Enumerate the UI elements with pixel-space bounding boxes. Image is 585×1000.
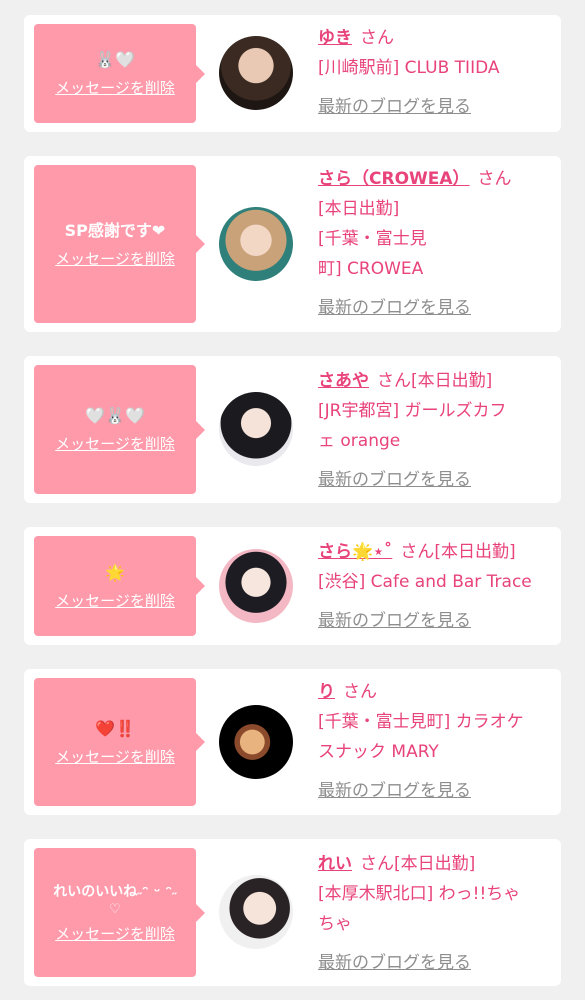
honorific: さん [400, 542, 435, 562]
avatar[interactable] [219, 207, 293, 281]
message-card: ❤️‼️ メッセージを削除 りさん [千葉・富士見町] カラオケ スナック MA… [24, 669, 561, 815]
status-badge: [本日出勤] [411, 371, 493, 391]
avatar[interactable] [219, 705, 293, 779]
honorific: さん [377, 371, 411, 391]
message-card: 🌟 メッセージを削除 さら🌟⋆˚ さん[本日出勤] [渋谷] Cafe and B… [24, 527, 561, 645]
shop-line: スナック MARY [318, 742, 439, 762]
message-card: SP感謝です❤ メッセージを削除 さら（CROWEA） さん [本日出勤] [千葉… [24, 156, 561, 332]
message-card: 🐰🤍 メッセージを削除 ゆき さん [川崎駅前] CLUB TIIDA 最新のブロ… [24, 15, 561, 132]
message-bubble: 🤍🐰🤍 メッセージを削除 [34, 365, 205, 494]
honorific: さん [360, 28, 394, 48]
message-text: SP感謝です❤ [64, 220, 166, 240]
message-text: 🌟 [105, 562, 125, 582]
latest-blog-link[interactable]: 最新のブログを見る [318, 298, 471, 318]
delete-message-link[interactable]: メッセージを削除 [55, 248, 175, 269]
shop-line: 町] CROWEA [318, 259, 424, 279]
girl-name-link[interactable]: ゆき [318, 28, 352, 48]
shop-line: ェ orange [318, 431, 401, 451]
shop-line: [渋谷] Cafe and Bar Trace [318, 572, 532, 592]
delete-message-link[interactable]: メッセージを削除 [55, 77, 175, 98]
girl-name-link[interactable]: れい [318, 854, 352, 874]
girl-name-link[interactable]: さら🌟⋆˚ [318, 542, 392, 562]
status-badge: [本日出勤] [434, 542, 516, 562]
message-bubble: ❤️‼️ メッセージを削除 [34, 678, 205, 806]
latest-blog-link[interactable]: 最新のブログを見る [318, 611, 471, 631]
latest-blog-link[interactable]: 最新のブログを見る [318, 953, 471, 973]
girl-name-link[interactable]: さあや [318, 371, 369, 391]
shop-line: [千葉・富士見 [318, 229, 427, 249]
delete-message-link[interactable]: メッセージを削除 [55, 590, 175, 611]
delete-message-link[interactable]: メッセージを削除 [55, 433, 175, 454]
shop-line: ちゃ [318, 914, 352, 934]
message-text: ❤️‼️ [95, 718, 135, 738]
honorific: さん [343, 682, 377, 702]
shop-line: [本厚木駅北口] わっ!!ちゃ [318, 884, 521, 904]
message-text: 🤍🐰🤍 [85, 406, 145, 425]
honorific: さん [360, 854, 394, 874]
message-card: 🤍🐰🤍 メッセージを削除 さあや さん[本日出勤] [JR宇都宮] ガールズカフ … [24, 356, 561, 503]
honorific: さん [477, 169, 512, 189]
avatar[interactable] [219, 392, 293, 466]
avatar[interactable] [219, 549, 293, 623]
avatar[interactable] [219, 36, 293, 110]
message-text: 🐰🤍 [95, 50, 135, 69]
shop-line: [千葉・富士見町] カラオケ [318, 712, 524, 732]
message-bubble: れいのいいね˶ᵔ ᵕ ᵔ˶ ♡ メッセージを削除 [34, 848, 205, 977]
latest-blog-link[interactable]: 最新のブログを見る [318, 97, 471, 117]
status-badge: [本日出勤] [394, 854, 476, 874]
message-bubble: 🐰🤍 メッセージを削除 [34, 24, 205, 123]
latest-blog-link[interactable]: 最新のブログを見る [318, 470, 471, 490]
girl-name-link[interactable]: り [318, 682, 335, 702]
message-bubble: SP感謝です❤ メッセージを削除 [34, 165, 205, 323]
latest-blog-link[interactable]: 最新のブログを見る [318, 781, 471, 801]
message-bubble: 🌟 メッセージを削除 [34, 536, 205, 636]
message-text: れいのいいね˶ᵔ ᵕ ᵔ˶ [53, 884, 177, 900]
delete-message-link[interactable]: メッセージを削除 [55, 923, 175, 944]
delete-message-link[interactable]: メッセージを削除 [55, 746, 175, 767]
avatar[interactable] [219, 875, 293, 949]
shop-line: [本日出勤] [318, 199, 400, 219]
shop-line: [川崎駅前] CLUB TIIDA [318, 58, 500, 78]
heart-glyph: ♡ [109, 902, 121, 917]
message-card: れいのいいね˶ᵔ ᵕ ᵔ˶ ♡ メッセージを削除 れい さん[本日出勤] [本厚木… [24, 839, 561, 986]
girl-name-link[interactable]: さら（CROWEA） [318, 169, 470, 189]
shop-line: [JR宇都宮] ガールズカフ [318, 401, 507, 421]
